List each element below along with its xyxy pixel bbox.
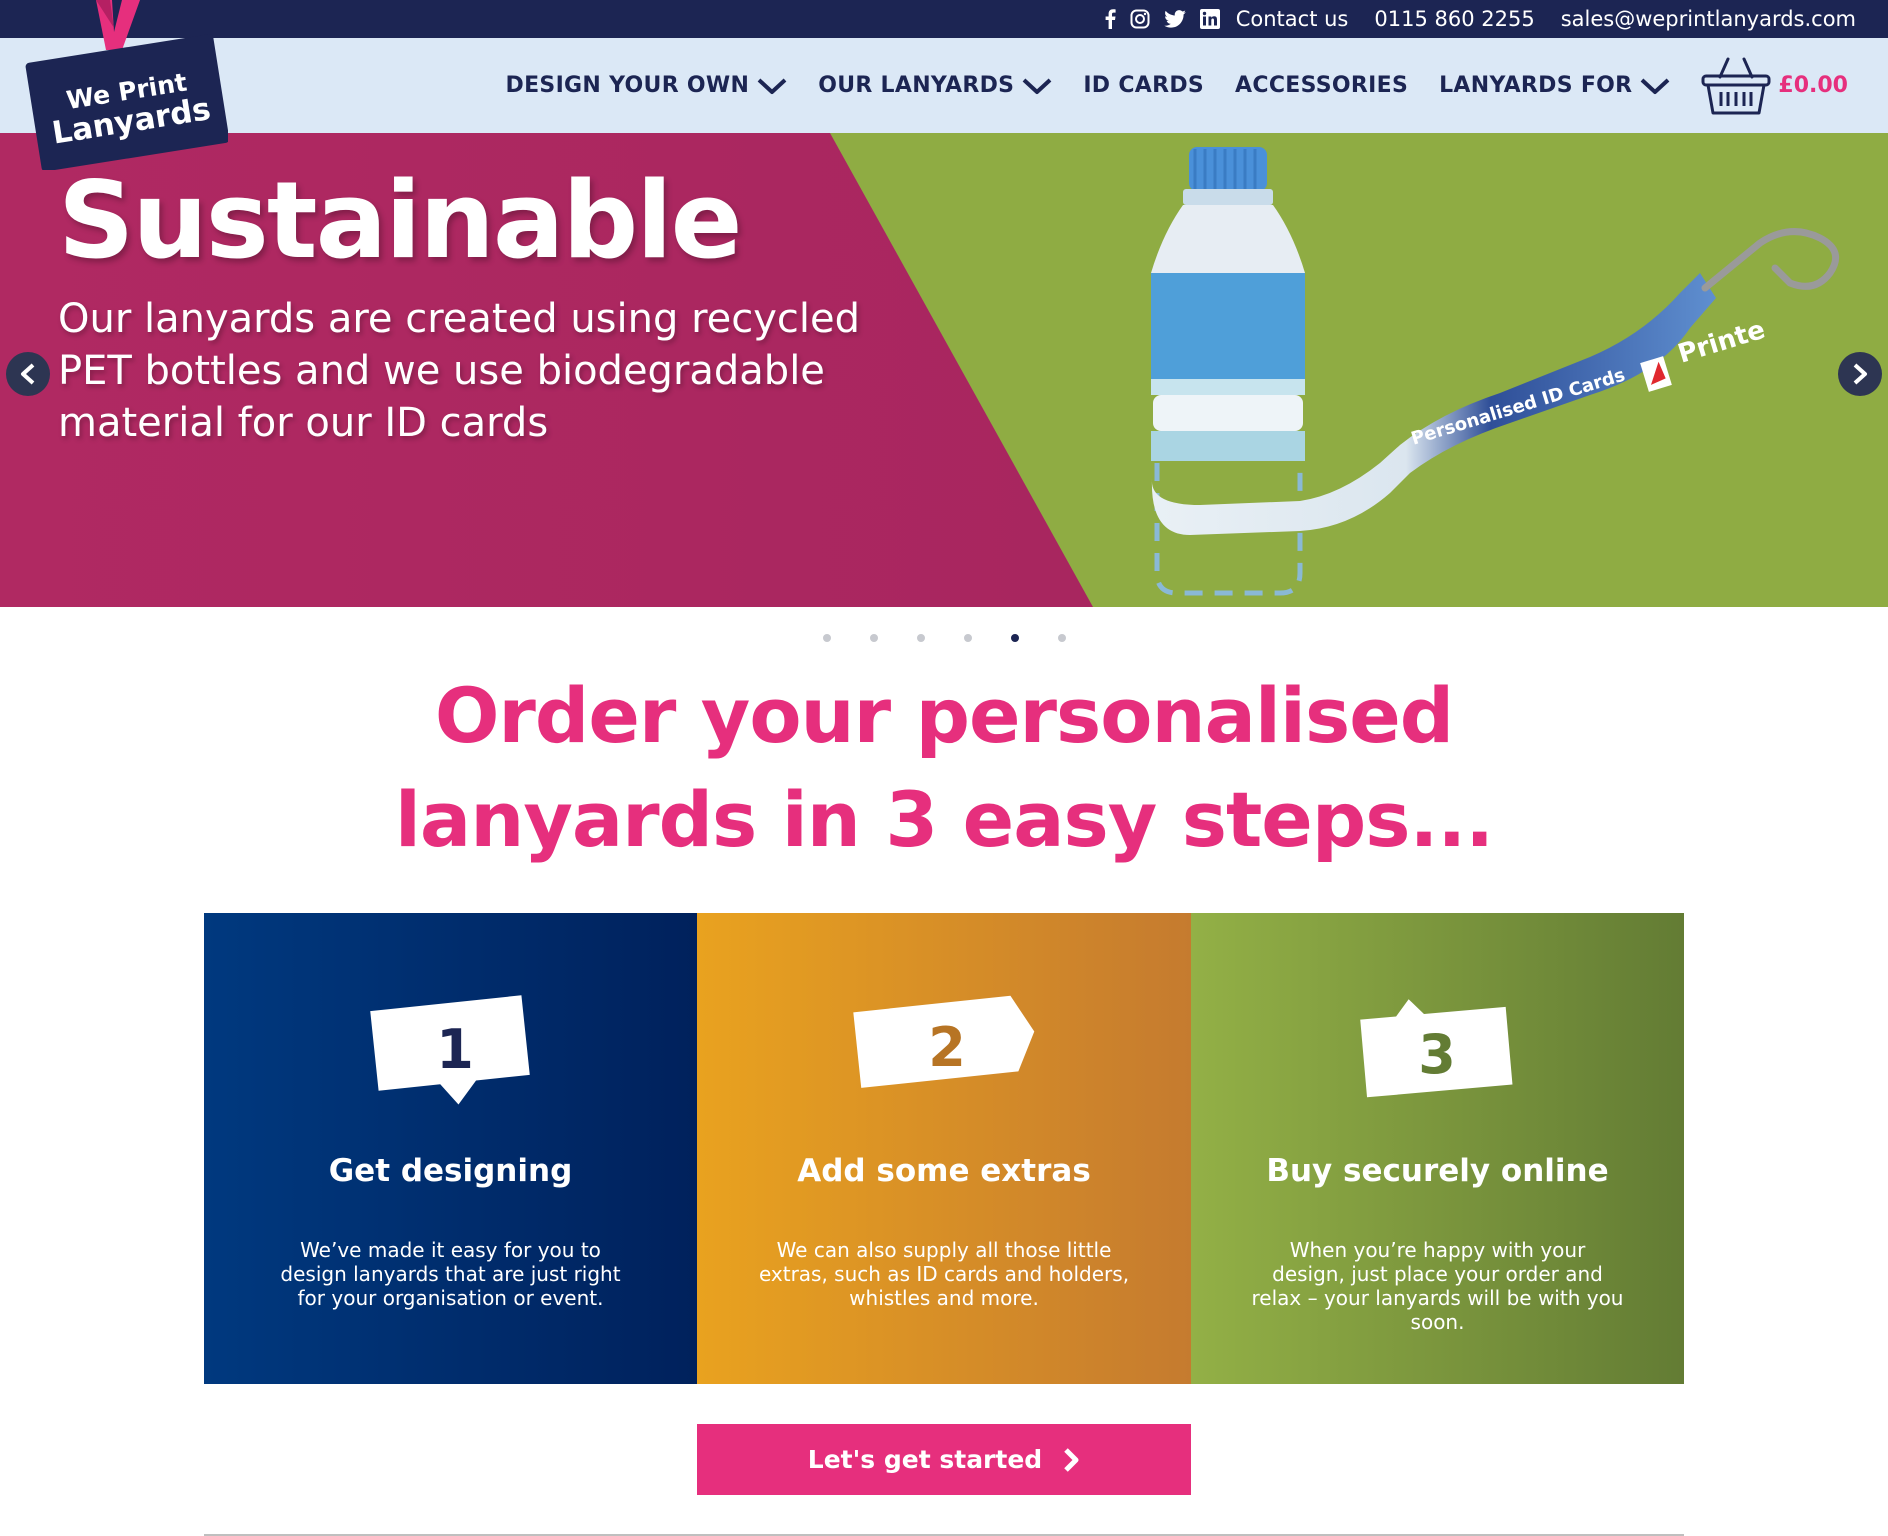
contact-us-link[interactable]: Contact us — [1236, 7, 1349, 31]
nav-lanyards-for[interactable]: LANYARDS FOR — [1439, 73, 1670, 98]
slider-dot[interactable] — [963, 634, 972, 642]
step-number: 1 — [436, 1018, 474, 1081]
chevron-down-icon — [1641, 78, 1670, 94]
hero-title: Sustainable — [58, 159, 743, 282]
chevron-right-icon — [1064, 1447, 1079, 1472]
instagram-icon[interactable] — [1130, 9, 1150, 29]
steps-section: 1 Get designing We’ve made it easy for y… — [204, 913, 1684, 1384]
nav-label: ACCESSORIES — [1235, 73, 1409, 98]
slider-dot[interactable] — [822, 634, 831, 642]
twitter-icon[interactable] — [1163, 10, 1186, 28]
step-text: We can also supply all those little extr… — [758, 1238, 1130, 1310]
step-text: When you’re happy with your design, just… — [1251, 1238, 1624, 1334]
chevron-down-icon — [1022, 78, 1052, 94]
slider-dot[interactable] — [869, 634, 878, 642]
step-number: 3 — [1418, 1023, 1456, 1086]
steps-heading: Order your personalised lanyards in 3 ea… — [0, 664, 1888, 872]
step-card-2: 2 Add some extras We can also supply all… — [697, 913, 1191, 1384]
facebook-icon[interactable] — [1104, 9, 1116, 29]
nav-label: DESIGN YOUR OWN — [505, 73, 750, 98]
slider-dot[interactable] — [1057, 634, 1066, 642]
chevron-left-icon — [21, 363, 35, 385]
steps-heading-line-1: Order your personalised — [434, 671, 1454, 760]
slider-next-button[interactable] — [1838, 352, 1882, 396]
slider-dots — [0, 630, 1888, 646]
basket-button[interactable]: £0.00 — [1700, 55, 1848, 117]
site-logo[interactable]: We Print Lanyards — [18, 0, 230, 172]
nav-id-cards[interactable]: ID CARDS — [1083, 73, 1204, 98]
slider-prev-button[interactable] — [6, 352, 50, 396]
top-bar: Contact us 0115 860 2255 sales@weprintla… — [0, 0, 1888, 38]
slider-dot[interactable] — [916, 634, 925, 642]
get-started-label: Let's get started — [807, 1445, 1043, 1474]
social-links — [1104, 9, 1220, 29]
linkedin-icon[interactable] — [1199, 9, 1220, 29]
step-text: We’ve made it easy for you to design lan… — [280, 1238, 621, 1310]
get-started-button[interactable]: Let's get started — [697, 1424, 1191, 1495]
steps-heading-line-2: lanyards in 3 easy steps... — [394, 775, 1494, 864]
site-header: DESIGN YOUR OWN OUR LANYARDS ID CARDS AC… — [0, 38, 1888, 133]
step-card-1: 1 Get designing We’ve made it easy for y… — [204, 913, 697, 1384]
folder-tag-icon: 3 — [1360, 999, 1513, 1098]
basket-total: £0.00 — [1778, 73, 1848, 98]
hero-slider: Personalised ID Cards Printe Sustainable… — [0, 133, 1888, 607]
chevron-right-icon — [1853, 363, 1867, 385]
step-number: 2 — [928, 1016, 966, 1079]
nav-accessories[interactable]: ACCESSORIES — [1235, 73, 1408, 98]
speech-bubble-icon: 1 — [370, 995, 530, 1105]
nav-our-lanyards[interactable]: OUR LANYARDS — [818, 73, 1052, 98]
tag-icon: 2 — [853, 995, 1035, 1088]
phone-link[interactable]: 0115 860 2255 — [1374, 7, 1534, 31]
top-bar-contact: Contact us 0115 860 2255 sales@weprintla… — [1104, 0, 1856, 38]
basket-icon — [1701, 57, 1771, 114]
step-title: Buy securely online — [1266, 1153, 1609, 1189]
chevron-down-icon — [757, 78, 787, 94]
hero-subtitle: Our lanyards are created using recycled … — [58, 296, 861, 446]
step-title: Get designing — [328, 1153, 573, 1189]
nav-label: LANYARDS FOR — [1439, 73, 1633, 98]
main-nav: DESIGN YOUR OWN OUR LANYARDS ID CARDS AC… — [475, 38, 1848, 133]
step-title: Add some extras — [797, 1153, 1091, 1189]
slider-dot-active[interactable] — [1010, 634, 1019, 642]
step-card-3: 3 Buy securely online When you’re happy … — [1191, 913, 1684, 1384]
nav-label: ID CARDS — [1083, 73, 1205, 98]
email-link[interactable]: sales@weprintlanyards.com — [1561, 7, 1856, 31]
nav-label: OUR LANYARDS — [818, 73, 1015, 98]
nav-design-your-own[interactable]: DESIGN YOUR OWN — [506, 73, 788, 98]
